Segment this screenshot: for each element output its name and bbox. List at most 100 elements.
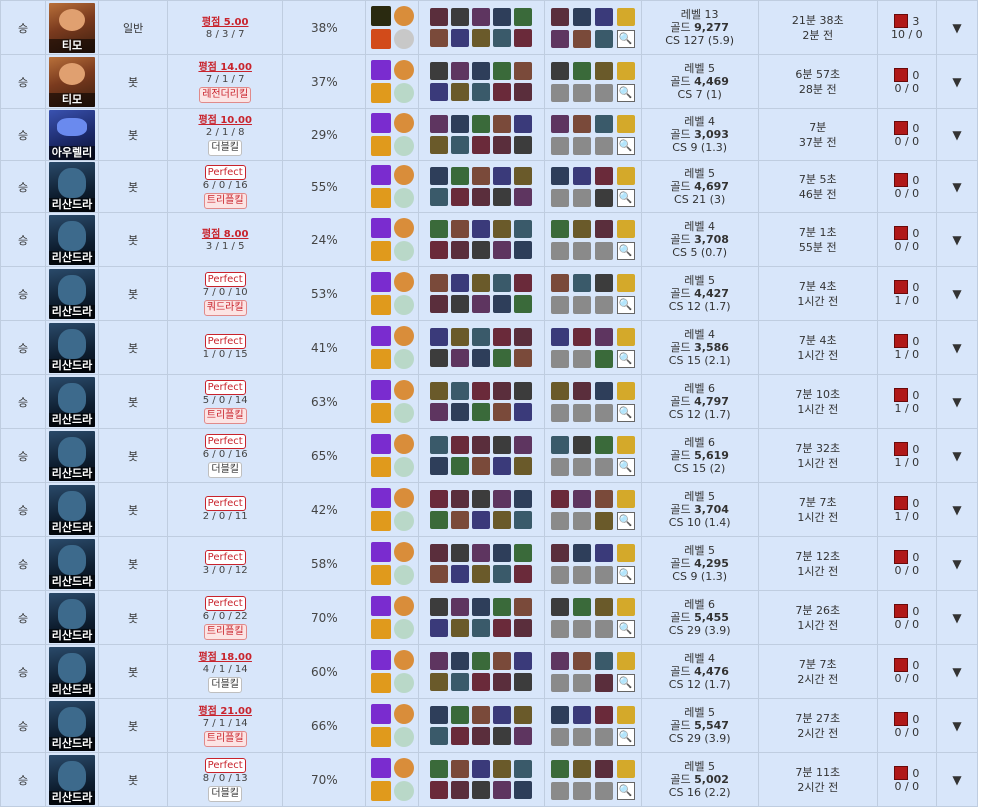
item-icon[interactable] <box>572 273 591 292</box>
champion-icon[interactable] <box>514 188 533 206</box>
champion-icon[interactable] <box>472 295 491 313</box>
item-icon[interactable] <box>594 759 613 778</box>
champion-icon[interactable] <box>472 115 491 133</box>
champion-icon[interactable] <box>493 652 512 670</box>
champion-icon[interactable] <box>451 241 470 259</box>
champion-icon[interactable] <box>493 727 512 745</box>
item-icon[interactable] <box>550 29 569 48</box>
champion-cell[interactable]: 리산드라 <box>45 752 100 807</box>
champion-cell[interactable]: 리산드라 <box>45 536 100 591</box>
champion-icon[interactable] <box>430 167 449 185</box>
champion-icon[interactable] <box>451 328 470 346</box>
expand-cell[interactable]: ▼ <box>935 374 979 429</box>
champion-icon[interactable] <box>430 598 449 616</box>
champion-icon[interactable] <box>451 457 470 475</box>
item-icon[interactable] <box>594 705 613 724</box>
champion-icon[interactable] <box>472 136 491 154</box>
champion-icon[interactable] <box>451 598 470 616</box>
champion-portrait[interactable]: 리산드라 <box>49 161 96 212</box>
champion-icon[interactable] <box>514 115 533 133</box>
champion-icon[interactable] <box>514 136 533 154</box>
champion-icon[interactable] <box>493 136 512 154</box>
match-row[interactable]: 승 티모 일반 평점 5.00 8 / 3 / 7 38% 🔍 레벨 13 골드… <box>0 0 979 55</box>
expand-cell[interactable]: ▼ <box>935 320 979 375</box>
item-icon[interactable] <box>572 705 591 724</box>
item-icon[interactable] <box>572 759 591 778</box>
champion-icon[interactable] <box>493 673 512 691</box>
magnify-icon[interactable]: 🔍 <box>616 457 635 476</box>
champion-icon[interactable] <box>514 328 533 346</box>
item-icon[interactable] <box>594 188 613 207</box>
item-icon[interactable] <box>550 114 569 133</box>
match-row[interactable]: 승 리산드라 봇 평점 8.00 3 / 1 / 5 24% 🔍 레벨 4 골드… <box>0 212 979 267</box>
champion-icon[interactable] <box>514 706 533 724</box>
item-icon[interactable] <box>550 273 569 292</box>
item-icon[interactable] <box>572 327 591 346</box>
expand-cell[interactable]: ▼ <box>935 698 979 753</box>
item-icon[interactable] <box>594 166 613 185</box>
champion-icon[interactable] <box>514 382 533 400</box>
item-icon[interactable] <box>572 114 591 133</box>
champion-icon[interactable] <box>472 727 491 745</box>
champion-cell[interactable]: 리산드라 <box>45 644 100 699</box>
champion-icon[interactable] <box>430 328 449 346</box>
champion-icon[interactable] <box>493 436 512 454</box>
match-row[interactable]: 승 리산드라 봇 Perfect 6 / 0 / 16 트리플킬 55% 🔍 레… <box>0 160 979 213</box>
champion-portrait[interactable]: 아우렐리 <box>49 109 96 160</box>
champion-cell[interactable]: 리산드라 <box>45 266 100 321</box>
champion-icon[interactable] <box>514 29 533 47</box>
expand-icon[interactable]: ▼ <box>952 557 961 571</box>
magnify-icon[interactable]: 🔍 <box>616 188 635 207</box>
champion-portrait[interactable]: 리산드라 <box>49 538 96 589</box>
item-icon[interactable] <box>594 7 613 26</box>
champion-icon[interactable] <box>451 83 470 101</box>
champion-icon[interactable] <box>493 706 512 724</box>
champion-portrait[interactable]: 리산드라 <box>49 646 96 697</box>
champion-icon[interactable] <box>451 706 470 724</box>
champion-cell[interactable]: 리산드라 <box>45 212 100 267</box>
champion-cell[interactable]: 티모 <box>45 0 100 55</box>
champion-icon[interactable] <box>472 220 491 238</box>
champion-icon[interactable] <box>514 727 533 745</box>
champion-icon[interactable] <box>472 760 491 778</box>
champion-icon[interactable] <box>514 83 533 101</box>
champion-icon[interactable] <box>493 167 512 185</box>
champion-cell[interactable]: 리산드라 <box>45 160 100 213</box>
item-icon[interactable] <box>550 651 569 670</box>
expand-cell[interactable]: ▼ <box>935 108 979 161</box>
champion-icon[interactable] <box>430 241 449 259</box>
champion-icon[interactable] <box>472 781 491 799</box>
champion-icon[interactable] <box>493 83 512 101</box>
champion-icon[interactable] <box>472 706 491 724</box>
magnify-icon[interactable]: 🔍 <box>616 349 635 368</box>
champion-icon[interactable] <box>493 29 512 47</box>
champion-icon[interactable] <box>430 274 449 292</box>
champion-icon[interactable] <box>514 295 533 313</box>
item-icon[interactable] <box>594 381 613 400</box>
item-icon[interactable] <box>572 597 591 616</box>
item-icon[interactable] <box>572 61 591 80</box>
champion-icon[interactable] <box>430 349 449 367</box>
expand-icon[interactable]: ▼ <box>952 287 961 301</box>
champion-icon[interactable] <box>514 652 533 670</box>
champion-icon[interactable] <box>430 544 449 562</box>
item-icon[interactable] <box>594 673 613 692</box>
match-row[interactable]: 승 리산드라 봇 Perfect 7 / 0 / 10 쿼드라킬 53% 🔍 레… <box>0 266 979 321</box>
item-icon[interactable] <box>594 489 613 508</box>
expand-icon[interactable]: ▼ <box>952 233 961 247</box>
champion-icon[interactable] <box>472 544 491 562</box>
champion-icon[interactable] <box>451 188 470 206</box>
champion-cell[interactable]: 리산드라 <box>45 428 100 483</box>
champion-icon[interactable] <box>451 727 470 745</box>
magnify-icon[interactable]: 🔍 <box>616 83 635 102</box>
champion-icon[interactable] <box>514 349 533 367</box>
champion-icon[interactable] <box>430 83 449 101</box>
item-icon[interactable] <box>594 219 613 238</box>
match-row[interactable]: 승 리산드라 봇 Perfect 6 / 0 / 16 더블킬 65% 🔍 레벨… <box>0 428 979 483</box>
champion-icon[interactable] <box>451 511 470 529</box>
champion-portrait[interactable]: 티모 <box>49 56 96 107</box>
champion-icon[interactable] <box>472 457 491 475</box>
expand-cell[interactable]: ▼ <box>935 54 979 109</box>
champion-icon[interactable] <box>514 62 533 80</box>
magnify-icon[interactable]: 🔍 <box>616 565 635 584</box>
